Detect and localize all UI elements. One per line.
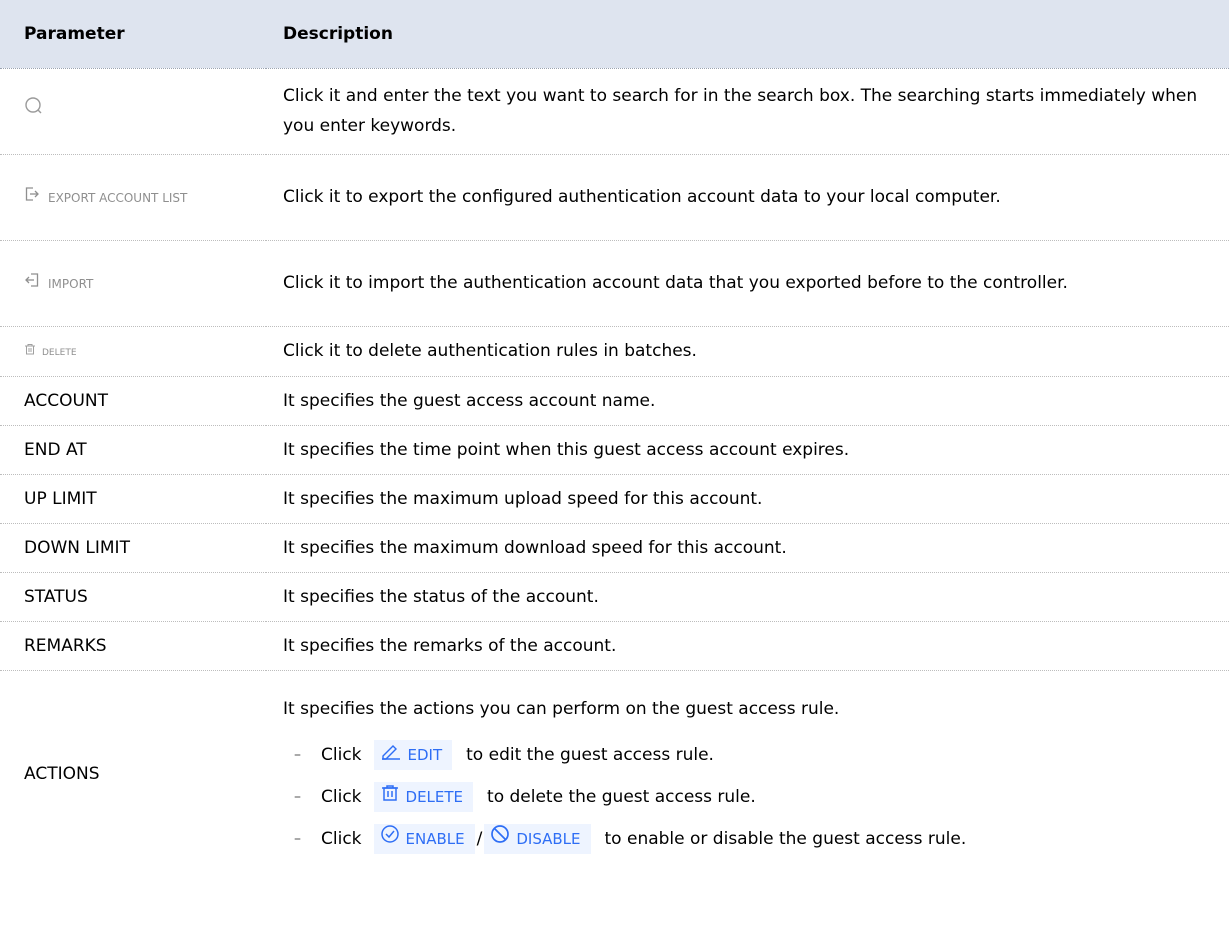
import-icon: [24, 269, 48, 299]
description-cell: It specifies the actions you can perform…: [266, 670, 1229, 878]
list-item: – Click DELETE to delete the guest acces…: [283, 776, 1215, 818]
delete-text: to delete the guest access rule.: [487, 787, 756, 808]
actions-intro: It specifies the actions you can perform…: [283, 699, 840, 720]
export-label: EXPORT ACCOUNT LIST: [48, 190, 188, 205]
parameter-table: Parameter Description Click it and enter…: [0, 0, 1229, 878]
table-row: UP LIMIT It specifies the maximum upload…: [0, 474, 1229, 524]
bullet: –: [294, 789, 301, 806]
table-row: END AT It specifies the time point when …: [0, 425, 1229, 475]
param-cell: DOWN LIMIT: [0, 523, 266, 573]
enable-button: ENABLE: [373, 824, 475, 855]
delete-button: DELETE: [373, 782, 474, 813]
param-cell: ACTIONS: [24, 764, 100, 785]
enable-text: to enable or disable the guest access ru…: [604, 829, 967, 850]
table-row: ACTIONS It specifies the actions you can…: [0, 670, 1229, 878]
check-circle-icon: [380, 824, 406, 854]
disable-icon: [490, 824, 516, 854]
param-cell: IMPORT: [0, 240, 266, 327]
import-label: IMPORT: [48, 276, 94, 291]
description-cell: It specifies the remarks of the account.: [266, 621, 1229, 671]
click-word: Click: [321, 745, 362, 766]
slash: /: [476, 829, 483, 850]
delete-batch-button: DELETE: [24, 338, 77, 368]
param-cell: ACCOUNT: [0, 376, 266, 426]
pencil-icon: [380, 740, 408, 770]
table-row: Click it and enter the text you want to …: [0, 68, 1229, 155]
table-row: REMARKS It specifies the remarks of the …: [0, 621, 1229, 671]
header-parameter: Parameter: [0, 0, 266, 69]
export-account-list-button: EXPORT ACCOUNT LIST: [24, 183, 187, 213]
description-cell: It specifies the maximum upload speed fo…: [266, 474, 1229, 524]
actions-list: – Click EDIT to edit the guest access ru…: [283, 734, 1215, 860]
list-item: – Click EDIT to edit the guest access ru…: [283, 734, 1215, 776]
table-row: EXPORT ACCOUNT LIST Click it to export t…: [0, 154, 1229, 241]
param-cell: END AT: [0, 425, 266, 475]
param-cell: EXPORT ACCOUNT LIST: [0, 154, 266, 241]
list-item: – Click ENABLE / DISABLE to enable or di…: [283, 818, 1215, 860]
description-cell: Click it to delete authentication rules …: [266, 326, 1229, 377]
click-word: Click: [321, 829, 362, 850]
table-row: IMPORT Click it to import the authentica…: [0, 240, 1229, 327]
delete-batch-label: DELETE: [42, 347, 77, 358]
description-cell: It specifies the status of the account.: [266, 572, 1229, 622]
disable-button: DISABLE: [484, 824, 591, 855]
import-button: IMPORT: [24, 269, 93, 299]
table-row: STATUS It specifies the status of the ac…: [0, 572, 1229, 622]
edit-label: EDIT: [407, 746, 443, 765]
param-cell: STATUS: [0, 572, 266, 622]
delete-label: DELETE: [405, 788, 464, 807]
description-cell: Click it to export the configured authen…: [266, 154, 1229, 241]
description-cell: It specifies the maximum download speed …: [266, 523, 1229, 573]
header-description: Description: [266, 0, 1229, 69]
disable-label: DISABLE: [516, 830, 581, 849]
param-cell: UP LIMIT: [0, 474, 266, 524]
edit-text: to edit the guest access rule.: [466, 745, 714, 766]
enable-label: ENABLE: [405, 830, 465, 849]
table-row: ACCOUNT It specifies the guest access ac…: [0, 376, 1229, 426]
edit-button: EDIT: [373, 740, 453, 771]
param-cell: [0, 68, 266, 155]
description-cell: It specifies the time point when this gu…: [266, 425, 1229, 475]
param-cell: DELETE: [0, 326, 266, 377]
table-row: DOWN LIMIT It specifies the maximum down…: [0, 523, 1229, 573]
bullet: –: [294, 831, 301, 848]
description-cell: It specifies the guest access account na…: [266, 376, 1229, 426]
param-cell: REMARKS: [0, 621, 266, 671]
trash-icon: [380, 782, 406, 812]
table-header-row: Parameter Description: [0, 0, 1229, 69]
description-cell: Click it and enter the text you want to …: [266, 68, 1229, 155]
click-word: Click: [321, 787, 362, 808]
description-cell: Click it to import the authentication ac…: [266, 240, 1229, 327]
export-icon: [24, 183, 48, 213]
bullet: –: [294, 747, 301, 764]
trash-icon: [24, 338, 42, 368]
table-row: DELETE Click it to delete authentication…: [0, 326, 1229, 377]
search-icon: [24, 97, 44, 121]
